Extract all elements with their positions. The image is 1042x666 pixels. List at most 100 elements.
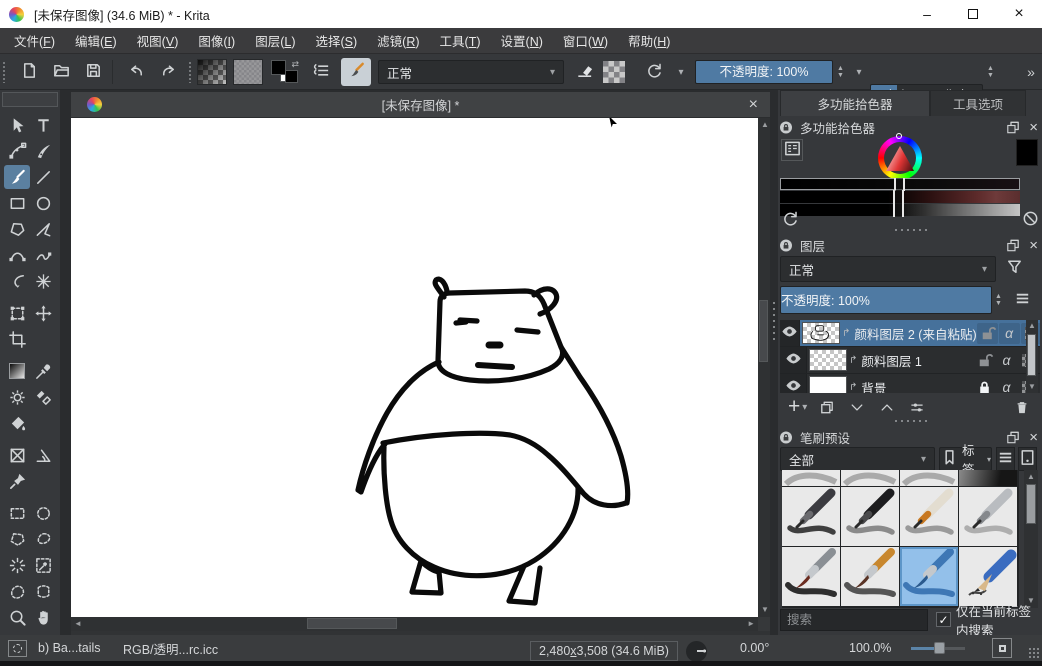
freehand-select-tool[interactable] bbox=[30, 527, 56, 551]
wand-select-tool[interactable] bbox=[4, 553, 30, 577]
brush-preset[interactable] bbox=[841, 547, 899, 606]
alpha-lock-toggle[interactable]: α bbox=[999, 323, 1020, 344]
canvas[interactable] bbox=[71, 118, 758, 617]
color-bar-hue[interactable] bbox=[780, 178, 1020, 190]
lock-icon[interactable] bbox=[778, 429, 794, 445]
brush-filter-combo[interactable]: 全部 ▾ bbox=[780, 447, 935, 471]
scroll-down-icon[interactable]: ▼ bbox=[1028, 383, 1036, 391]
opacity-dropdown[interactable]: ▾ bbox=[852, 54, 866, 90]
brush-editor-button[interactable] bbox=[341, 54, 371, 90]
brush-preset[interactable] bbox=[959, 547, 1017, 606]
opacity-slider[interactable]: 不透明度: 100% bbox=[695, 60, 833, 84]
crop-tool[interactable] bbox=[4, 327, 30, 351]
zoom-slider[interactable] bbox=[911, 635, 965, 661]
selection-mode-button[interactable] bbox=[8, 635, 27, 661]
brush-scrollbar[interactable]: ▲ ▼ bbox=[1024, 470, 1038, 608]
docker-resize-handle[interactable] bbox=[893, 228, 927, 232]
close-icon[interactable]: × bbox=[1029, 119, 1038, 136]
move-layer-up-button[interactable] bbox=[879, 399, 895, 415]
delete-layer-button[interactable] bbox=[1014, 399, 1030, 415]
float-icon[interactable] bbox=[1005, 429, 1021, 445]
color-bar-value[interactable] bbox=[780, 204, 1020, 216]
transform-tool[interactable] bbox=[4, 301, 30, 325]
menu-工具T[interactable]: 工具(T) bbox=[430, 31, 491, 50]
zoom-tool[interactable] bbox=[4, 605, 30, 629]
layer-scroll-thumb[interactable] bbox=[1027, 334, 1036, 376]
close-icon[interactable]: × bbox=[1029, 429, 1038, 446]
polyline-tool[interactable] bbox=[30, 217, 56, 241]
reload-dropdown[interactable]: ▾ bbox=[674, 54, 688, 90]
menu-视图V[interactable]: 视图(V) bbox=[127, 31, 189, 50]
add-layer-dropdown[interactable]: ▾ bbox=[802, 402, 807, 413]
redo-button[interactable] bbox=[154, 54, 182, 90]
rect-select-tool[interactable] bbox=[4, 501, 30, 525]
minimize-button[interactable]: – bbox=[904, 0, 950, 28]
layer-properties-button[interactable] bbox=[909, 399, 925, 415]
brush-preset[interactable] bbox=[782, 547, 840, 606]
close-button[interactable]: × bbox=[996, 0, 1042, 28]
search-scope-checkbox[interactable]: ✓ bbox=[936, 612, 951, 627]
brush-presets-header[interactable]: 笔刷预设 × bbox=[778, 428, 1042, 446]
layer-row[interactable]: ↱颜料图层 2 (来自粘贴)α bbox=[780, 320, 1040, 347]
fill-tool[interactable] bbox=[4, 411, 30, 435]
brush-preset[interactable] bbox=[841, 487, 899, 546]
layer-blend-mode-combo[interactable]: 正常 ▾ bbox=[780, 256, 996, 282]
toolbox-header[interactable] bbox=[2, 92, 58, 107]
layer-opacity-spinner[interactable]: ▲▼ bbox=[992, 286, 1005, 314]
color-bar-handle[interactable] bbox=[893, 203, 904, 217]
reference-images-tool[interactable] bbox=[4, 469, 30, 493]
ellipse-select-tool[interactable] bbox=[30, 501, 56, 525]
menu-帮助H[interactable]: 帮助(H) bbox=[618, 31, 680, 50]
layer-lock-open-icon[interactable] bbox=[977, 323, 998, 344]
fg-bg-color-chooser[interactable]: ⇄ bbox=[270, 54, 302, 90]
layer-name[interactable]: 颜料图层 2 (来自粘贴) bbox=[854, 324, 976, 343]
open-document-button[interactable] bbox=[48, 54, 74, 90]
smart-patch-tool[interactable] bbox=[30, 385, 56, 409]
color-profile-label[interactable]: RGB/透明...rc.icc bbox=[123, 635, 218, 661]
edit-shapes-tool[interactable] bbox=[4, 139, 30, 163]
brush-preset-eraser[interactable] bbox=[782, 470, 840, 486]
color-selector-header[interactable]: 多功能拾色器 × bbox=[778, 118, 1042, 136]
brush-display-mode-button[interactable] bbox=[1018, 447, 1037, 471]
gradient-chooser[interactable] bbox=[197, 54, 227, 90]
size-spinner[interactable]: ▲▼ bbox=[984, 60, 997, 84]
pattern-chooser[interactable] bbox=[233, 54, 263, 90]
toolbar-drag-handle[interactable] bbox=[2, 54, 7, 90]
layer-lock-open-icon[interactable] bbox=[974, 350, 995, 371]
layer-visibility-toggle[interactable] bbox=[780, 320, 800, 346]
canvas-vertical-scrollbar[interactable]: ▲ ▼ bbox=[758, 118, 770, 617]
brush-preset[interactable] bbox=[782, 487, 840, 546]
layers-header[interactable]: 图层 × bbox=[778, 236, 1042, 254]
layer-visibility-toggle[interactable] bbox=[780, 374, 807, 393]
layer-row[interactable]: ↱颜料图层 1α bbox=[780, 347, 1040, 374]
brush-scroll-thumb[interactable] bbox=[1026, 484, 1036, 524]
reload-preset-button[interactable] bbox=[641, 54, 667, 90]
scroll-left-icon[interactable]: ◄ bbox=[74, 620, 82, 628]
move-layer-down-button[interactable] bbox=[849, 399, 865, 415]
layer-scrollbar[interactable]: ▲ ▼ bbox=[1026, 320, 1038, 393]
h-scroll-thumb[interactable] bbox=[307, 618, 397, 629]
zoom-track[interactable] bbox=[911, 647, 965, 650]
rectangle-tool[interactable] bbox=[4, 191, 30, 215]
assistants-tool[interactable] bbox=[4, 443, 30, 467]
gradient-tool[interactable] bbox=[4, 359, 30, 383]
line-tool[interactable] bbox=[30, 165, 56, 189]
tab-tool-options[interactable]: 工具选项 bbox=[930, 90, 1026, 116]
layer-thumbnail[interactable] bbox=[802, 322, 840, 344]
menu-文件F[interactable]: 文件(F) bbox=[4, 31, 65, 50]
menu-编辑E[interactable]: 编辑(E) bbox=[65, 31, 127, 50]
fit-page-button[interactable] bbox=[992, 635, 1012, 661]
current-color-swatch[interactable] bbox=[1016, 139, 1038, 166]
brush-preset-eraser[interactable] bbox=[841, 470, 899, 486]
lock-icon[interactable] bbox=[778, 119, 794, 135]
preserve-alpha-button[interactable] bbox=[603, 54, 625, 90]
layer-main[interactable]: ↱颜料图层 2 (来自粘贴)α bbox=[800, 320, 1040, 346]
layer-thumbnail[interactable] bbox=[809, 349, 847, 371]
canvas-tab-bar[interactable]: [未保存图像] * × bbox=[71, 92, 770, 118]
polygon-select-tool[interactable] bbox=[4, 527, 30, 551]
bezier-select-tool[interactable] bbox=[4, 579, 30, 603]
toolbar-drag-handle-2[interactable] bbox=[188, 54, 193, 90]
scroll-right-icon[interactable]: ► bbox=[747, 620, 755, 628]
pan-tool[interactable] bbox=[30, 605, 56, 629]
save-button[interactable] bbox=[80, 54, 106, 90]
